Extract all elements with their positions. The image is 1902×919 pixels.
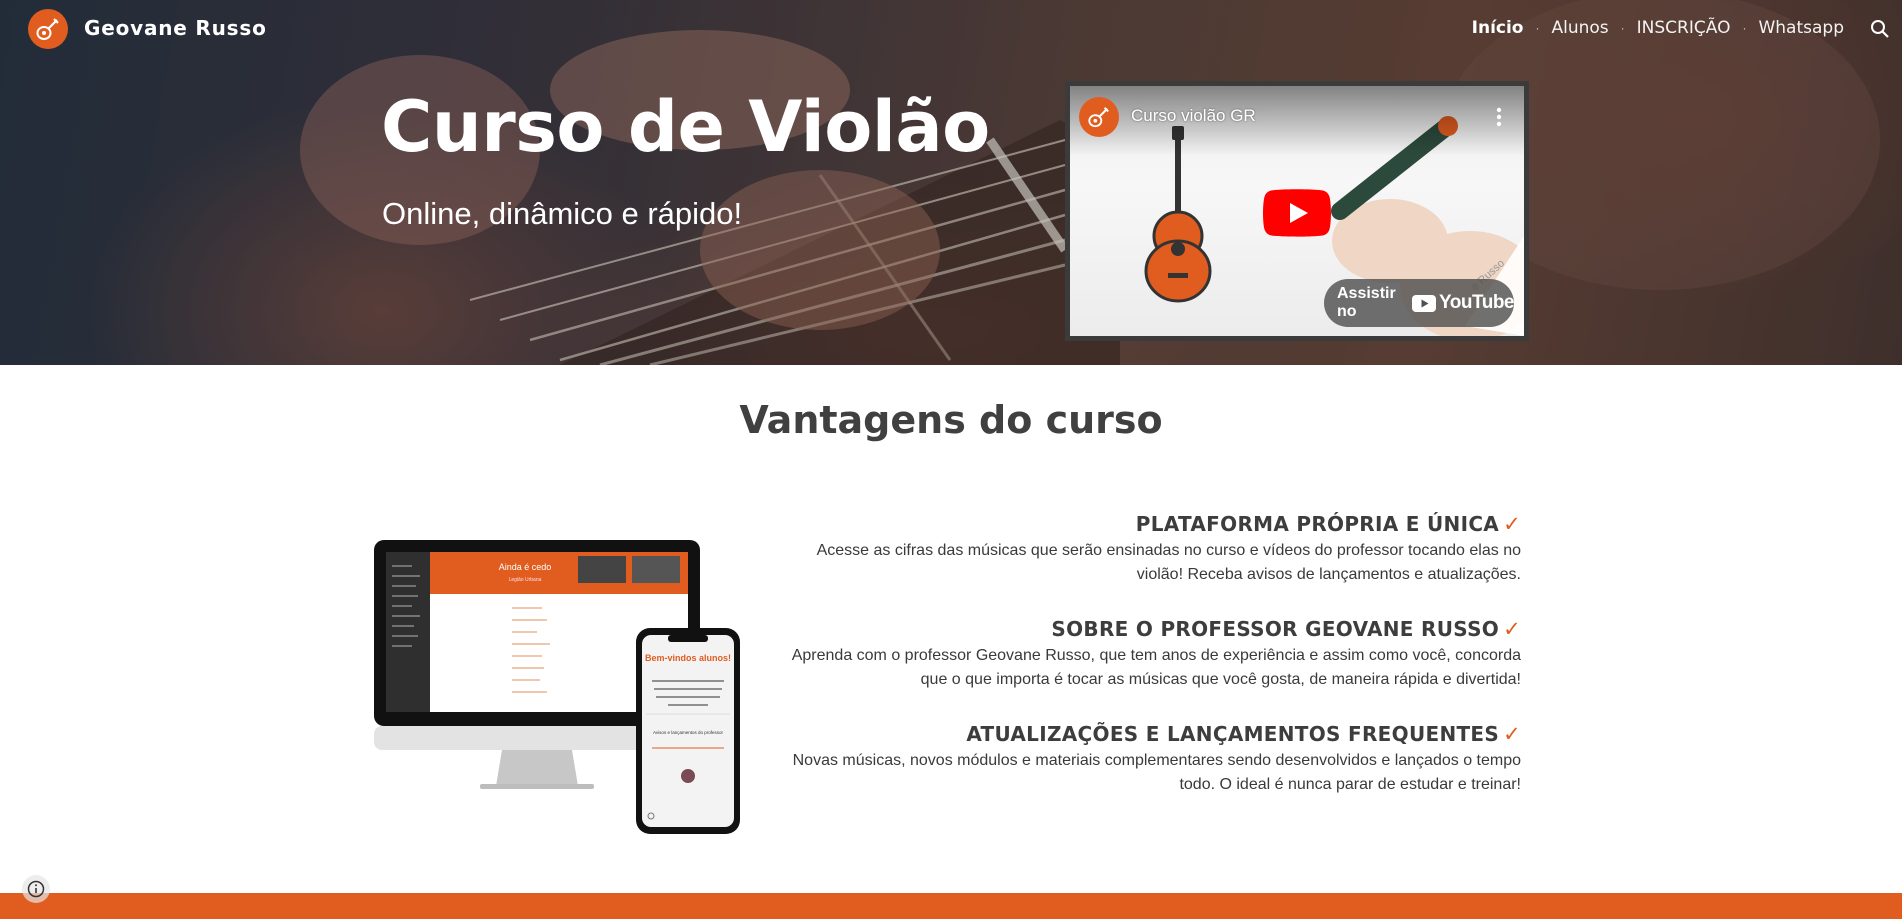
youtube-logo-icon — [1412, 294, 1437, 312]
video-title[interactable]: Curso violão GR — [1131, 106, 1256, 126]
feature-description-line: Acesse as cifras das músicas que serão e… — [816, 542, 1521, 559]
youtube-play-icon[interactable] — [1263, 189, 1331, 237]
main-nav: Início · Alunos · INSCRIÇÃO · Whatsapp — [1472, 18, 1844, 38]
hero-subtitle: Online, dinâmico e rápido! — [382, 196, 743, 231]
feature-item: SOBRE O PROFESSOR GEOVANE RUSSO ✓ Aprenda… — [701, 616, 1521, 692]
feature-item: PLATAFORMA PRÓPRIA E ÚNICA ✓ Acesse as ci… — [701, 511, 1521, 587]
feature-item: ATUALIZAÇÕES E LANÇAMENTOS FREQUENTES ✓ N… — [701, 721, 1521, 797]
desktop-mockup-title: Ainda é cedo — [499, 562, 552, 572]
nav-separator: · — [1535, 21, 1540, 35]
feature-description-line: Aprenda com o professor Geovane Russo, q… — [791, 647, 1521, 664]
check-icon: ✓ — [1503, 617, 1521, 641]
nav-separator: · — [1742, 21, 1747, 35]
feature-description-line: violão! Receba avisos de lançamentos e a… — [1136, 566, 1521, 583]
watch-label: Assistir no — [1337, 285, 1396, 320]
feature-description: Aprenda com o professor Geovane Russo, q… — [701, 644, 1521, 692]
youtube-logo: YouTube — [1412, 292, 1514, 314]
youtube-wordmark: YouTube — [1439, 292, 1514, 313]
section-title: Vantagens do curso — [739, 398, 1163, 442]
search-button[interactable] — [1868, 17, 1892, 41]
nav-separator: · — [1620, 21, 1625, 35]
feature-title: ATUALIZAÇÕES E LANÇAMENTOS FREQUENTES — [966, 722, 1500, 746]
desktop-mockup-subtitle: Legião Urbana — [509, 577, 542, 583]
hero-title: Curso de Violão — [381, 86, 990, 168]
hero-banner: Geovane Russo Início · Alunos · INSCRIÇÃ… — [0, 0, 1902, 365]
check-icon: ✓ — [1503, 722, 1521, 746]
feature-description: Acesse as cifras das músicas que serão e… — [701, 539, 1521, 587]
info-icon — [27, 880, 45, 898]
nav-item-whatsapp[interactable]: Whatsapp — [1758, 18, 1844, 38]
feature-description: Novas músicas, novos módulos e materiais… — [701, 749, 1521, 797]
check-icon: ✓ — [1503, 512, 1521, 536]
search-icon — [1871, 20, 1889, 38]
nav-item-inscricao[interactable]: INSCRIÇÃO — [1637, 18, 1731, 38]
site-title[interactable]: Geovane Russo — [84, 16, 267, 40]
guitar-icon — [36, 18, 59, 40]
feature-description-line: todo. O ideal é nunca parar de estudar e… — [1179, 776, 1521, 793]
watch-on-youtube-button[interactable]: Assistir no YouTube — [1324, 279, 1514, 327]
channel-avatar[interactable] — [1079, 97, 1119, 137]
nav-item-alunos[interactable]: Alunos — [1551, 18, 1608, 38]
youtube-embed[interactable]: e Russo Curso violão GR Assistir no YouT… — [1065, 81, 1529, 341]
more-vert-icon[interactable] — [1496, 106, 1502, 128]
footer-accent-bar — [0, 893, 1902, 919]
feature-description-line: que o que importa é tocar as músicas que… — [920, 671, 1521, 688]
feature-description-line: Novas músicas, novos módulos e materiais… — [792, 752, 1521, 769]
nav-item-inicio[interactable]: Início — [1472, 18, 1524, 38]
site-logo[interactable] — [28, 9, 68, 49]
site-info-button[interactable] — [22, 875, 50, 903]
feature-title: PLATAFORMA PRÓPRIA E ÚNICA — [1135, 512, 1500, 536]
devices-mockup-image: Ainda é cedo Legião Urbana Bem-vindos al… — [374, 540, 740, 834]
hero-overlay — [0, 0, 1902, 365]
guitar-icon — [1088, 107, 1109, 128]
features-list: PLATAFORMA PRÓPRIA E ÚNICA ✓ Acesse as ci… — [701, 511, 1521, 826]
feature-title: SOBRE O PROFESSOR GEOVANE RUSSO — [1051, 617, 1500, 641]
